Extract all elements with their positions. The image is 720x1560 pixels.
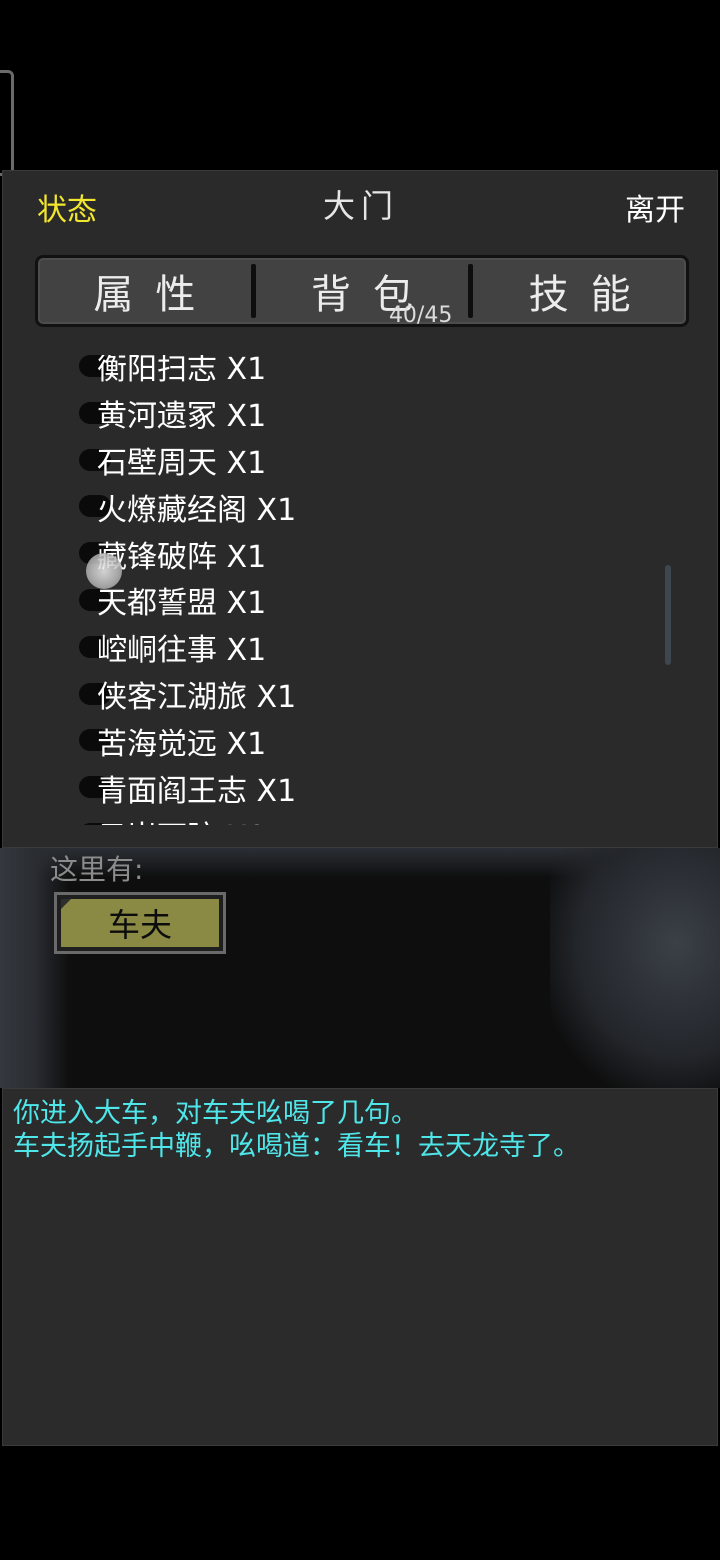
item-label: 青面阎王志 X1 xyxy=(97,773,297,809)
tab-bar: 属性 背包 40/45 技能 xyxy=(35,255,689,328)
inventory-item[interactable]: 火燎藏经阁 X1 xyxy=(79,483,296,530)
item-label: 石壁周天 X1 xyxy=(97,445,267,481)
message-log[interactable]: 你进入大车，对车夫吆喝了几句。 车夫扬起手中鞭，吆喝道：看车！去天龙寺了。 xyxy=(2,1088,718,1446)
touch-indicator xyxy=(86,553,122,589)
tab-skills-label: 技能 xyxy=(528,272,653,318)
inventory-count: 40/45 xyxy=(388,303,453,328)
item-label: 苦海觉远 X1 xyxy=(97,726,267,762)
tab-skills[interactable]: 技能 xyxy=(473,258,686,324)
log-line: 你进入大车，对车夫吆喝了几句。 xyxy=(13,1098,418,1129)
location-title: 大门 xyxy=(322,187,399,225)
item-label: 火燎藏经阁 X1 xyxy=(97,492,297,528)
inventory-item[interactable]: 衡阳扫志 X1 xyxy=(79,355,296,390)
inventory-item[interactable]: 黄河遗冢 X1 xyxy=(79,390,296,437)
inventory-item[interactable]: 侠客江湖旅 X1 xyxy=(79,671,296,718)
here-label: 这里有: xyxy=(50,853,144,886)
inventory-list[interactable]: 衡阳扫志 X1 黄河遗冢 X1 石壁周天 X1 火燎藏经阁 X1 藏锋破阵 X1… xyxy=(79,355,639,825)
item-label: 黄河遗冢 X1 xyxy=(97,399,267,435)
main-panel: 状态 大门 离开 属性 背包 40/45 技能 衡阳扫志 X1 黄河遗冢 X1 … xyxy=(2,170,718,848)
leave-button[interactable]: 离开 xyxy=(625,185,685,229)
inventory-item[interactable]: 石壁周天 X1 xyxy=(79,437,296,484)
item-label: 衡阳扫志 X1 xyxy=(97,355,267,388)
npc-button-face: 车夫 xyxy=(61,899,219,947)
npc-button-driver[interactable]: 车夫 xyxy=(54,892,226,954)
tab-attributes[interactable]: 属性 xyxy=(38,258,251,324)
tab-inventory[interactable]: 背包 40/45 xyxy=(256,258,469,328)
item-label: 侠客江湖旅 X1 xyxy=(97,679,297,715)
inventory-item[interactable]: 云岩下院 X1 xyxy=(79,811,296,825)
inventory-item[interactable]: 青面阎王志 X1 xyxy=(79,764,296,811)
item-label: 崆峒往事 X1 xyxy=(97,633,267,669)
npc-name: 车夫 xyxy=(107,906,172,944)
mist-decoration xyxy=(550,848,720,1088)
log-line: 车夫扬起手中鞭，吆喝道：看车！去天龙寺了。 xyxy=(13,1131,580,1162)
item-label: 天都誓盟 X1 xyxy=(97,586,267,622)
scene-area: 这里有: 车夫 xyxy=(0,848,720,1088)
top-black-area xyxy=(0,0,720,170)
inventory-item[interactable]: 苦海觉远 X1 xyxy=(79,717,296,764)
tab-attributes-label: 属性 xyxy=(93,272,218,318)
edge-bracket xyxy=(0,70,14,176)
npc-button-corner xyxy=(61,899,71,909)
item-label: 藏锋破阵 X1 xyxy=(97,539,267,575)
inventory-list-inner: 衡阳扫志 X1 黄河遗冢 X1 石壁周天 X1 火燎藏经阁 X1 藏锋破阵 X1… xyxy=(79,355,296,825)
item-label: 云岩下院 X1 xyxy=(97,812,266,825)
inventory-item[interactable]: 崆峒往事 X1 xyxy=(79,624,296,671)
inventory-scrollbar[interactable] xyxy=(665,565,671,665)
